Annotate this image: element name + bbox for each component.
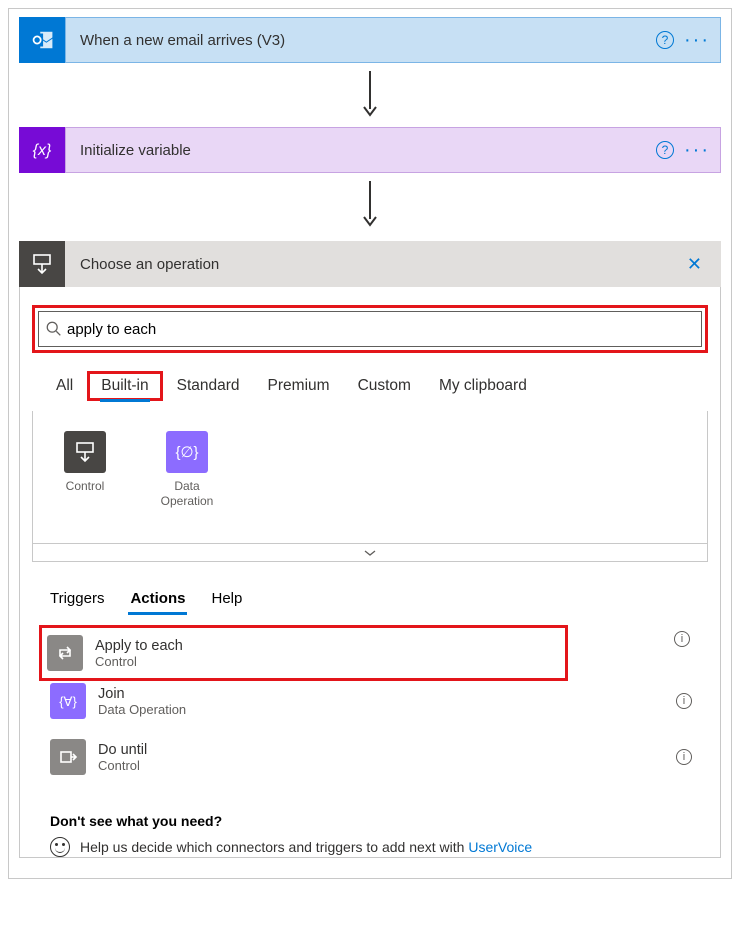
flow-arrow (9, 179, 731, 229)
info-icon[interactable]: i (676, 693, 692, 709)
flow-arrow (9, 69, 731, 119)
action-do-until[interactable]: Do until Control i (42, 729, 708, 785)
connector-data-operation[interactable]: {∅} Data Operation (151, 431, 223, 509)
help-icon[interactable]: ? (656, 31, 674, 49)
footer-text: Help us decide which connectors and trig… (80, 839, 468, 855)
connector-label: Data Operation (151, 479, 223, 509)
join-icon: {∀} (50, 683, 86, 719)
step-email-trigger[interactable]: When a new email arrives (V3) ? ··· (19, 17, 721, 63)
subtab-actions[interactable]: Actions (130, 590, 185, 615)
search-box[interactable] (38, 311, 702, 347)
tab-all[interactable]: All (42, 371, 87, 401)
footer-heading: Don't see what you need? (50, 813, 708, 829)
operation-icon (19, 241, 65, 287)
choose-operation-header: Choose an operation ✕ (19, 241, 721, 287)
action-list: Apply to each Control i {∀} Join Data Op… (42, 625, 708, 785)
loop-icon (47, 635, 83, 671)
action-title: Apply to each (95, 638, 560, 654)
close-icon[interactable]: ✕ (679, 254, 710, 275)
tab-standard[interactable]: Standard (163, 371, 254, 401)
step-title: Initialize variable (80, 142, 656, 159)
variable-icon: {x} (19, 127, 65, 173)
action-subtitle: Control (95, 654, 560, 669)
info-icon[interactable]: i (676, 749, 692, 765)
chevron-down-icon (363, 549, 377, 557)
connector-grid: Control {∅} Data Operation (32, 411, 708, 544)
collapse-toggle[interactable] (32, 544, 708, 562)
search-highlight (32, 305, 708, 353)
action-join[interactable]: {∀} Join Data Operation i (42, 673, 708, 729)
action-subtitle: Control (98, 758, 676, 773)
control-icon (64, 431, 106, 473)
help-icon[interactable]: ? (656, 141, 674, 159)
choose-title: Choose an operation (80, 256, 679, 273)
svg-text:{x}: {x} (33, 142, 52, 159)
operation-panel: All Built-in Standard Premium Custom My … (19, 287, 721, 858)
action-title: Do until (98, 742, 676, 758)
search-input[interactable] (63, 319, 695, 340)
connector-label: Control (49, 479, 121, 494)
more-menu-icon[interactable]: ··· (684, 148, 710, 152)
subtab-triggers[interactable]: Triggers (50, 590, 104, 615)
footer-suggestion: Don't see what you need? Help us decide … (50, 813, 708, 857)
subtab-help[interactable]: Help (211, 590, 242, 615)
smiley-icon (50, 837, 70, 857)
more-menu-icon[interactable]: ··· (684, 38, 710, 42)
data-operation-icon: {∅} (166, 431, 208, 473)
tab-built-in[interactable]: Built-in (87, 371, 162, 401)
svg-text:{∀}: {∀} (59, 694, 77, 709)
info-icon[interactable]: i (674, 631, 690, 647)
tab-my-clipboard[interactable]: My clipboard (425, 371, 541, 401)
action-subtitle: Data Operation (98, 702, 676, 717)
tab-custom[interactable]: Custom (344, 371, 425, 401)
outlook-icon (19, 17, 65, 63)
connector-control[interactable]: Control (49, 431, 121, 509)
step-title: When a new email arrives (V3) (80, 32, 656, 49)
search-icon (45, 320, 63, 338)
tab-premium[interactable]: Premium (254, 371, 344, 401)
action-title: Join (98, 686, 676, 702)
svg-text:{∅}: {∅} (175, 444, 198, 461)
category-tabstrip: All Built-in Standard Premium Custom My … (42, 367, 720, 405)
step-initialize-variable[interactable]: {x} Initialize variable ? ··· (19, 127, 721, 173)
until-icon (50, 739, 86, 775)
result-tabstrip: Triggers Actions Help (50, 590, 708, 615)
uservoice-link[interactable]: UserVoice (468, 839, 532, 855)
